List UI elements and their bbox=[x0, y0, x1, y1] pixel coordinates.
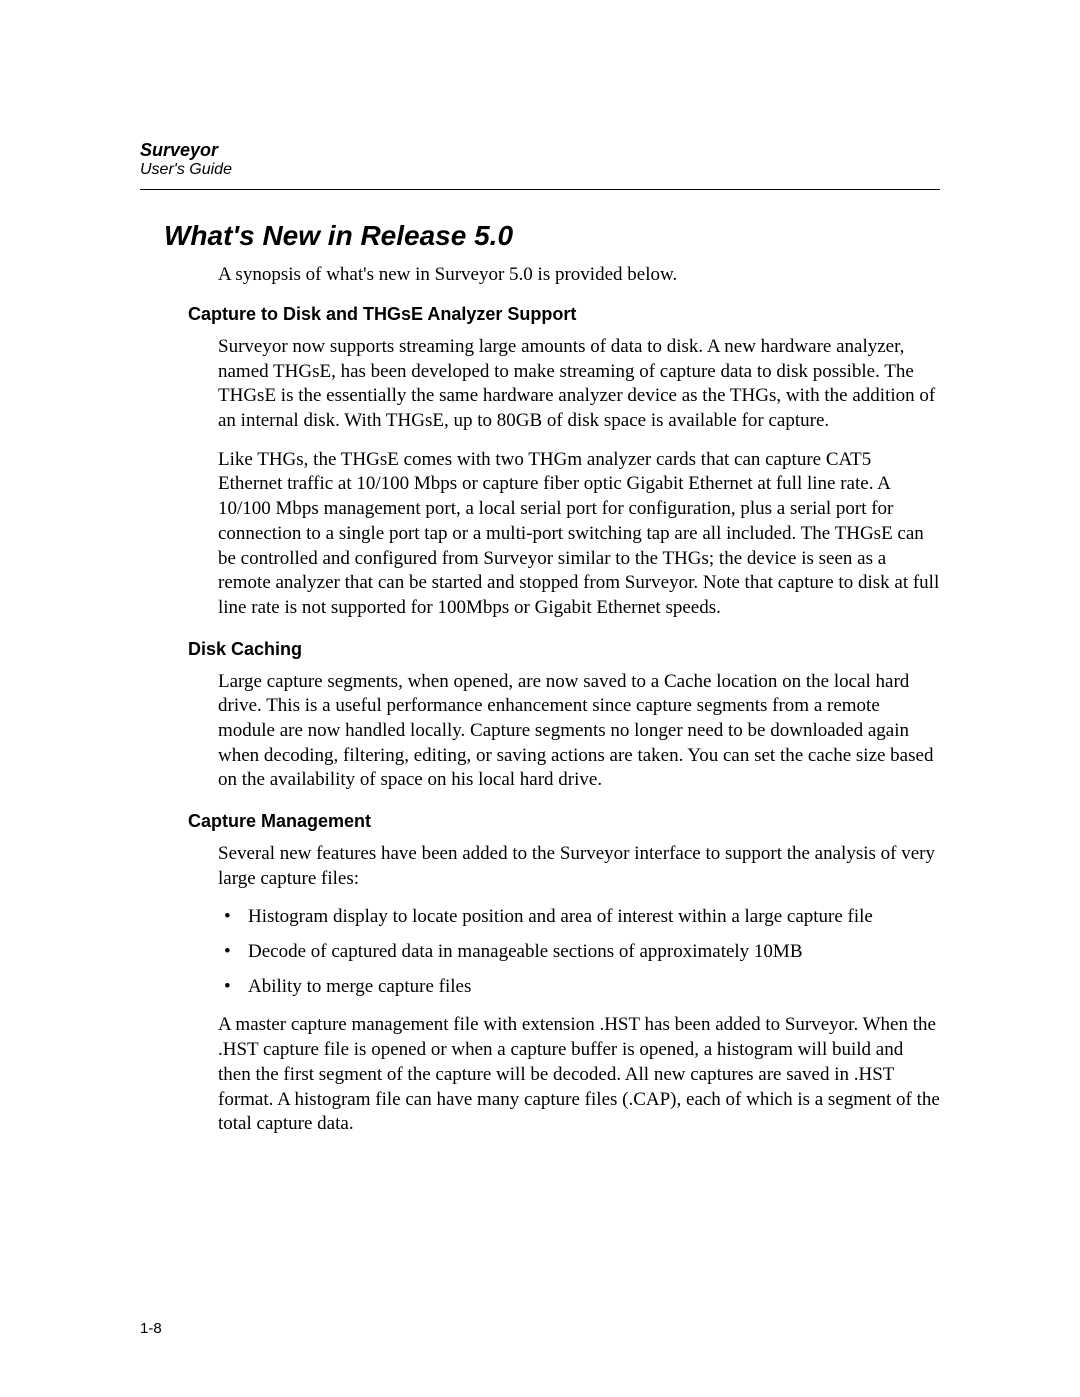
list-item: Histogram display to locate position and… bbox=[218, 905, 940, 930]
header-divider bbox=[140, 189, 940, 190]
header-title: Surveyor bbox=[140, 140, 940, 161]
section-heading-disk-caching: Disk Caching bbox=[188, 639, 940, 660]
section-heading-capture-management: Capture Management bbox=[188, 811, 940, 832]
page-number: 1-8 bbox=[140, 1320, 162, 1337]
body-paragraph: Like THGs, the THGsE comes with two THGm… bbox=[218, 448, 940, 621]
body-paragraph: Large capture segments, when opened, are… bbox=[218, 670, 940, 793]
bullet-list: Histogram display to locate position and… bbox=[218, 905, 940, 999]
body-paragraph: Several new features have been added to … bbox=[218, 842, 940, 891]
document-header: Surveyor User's Guide bbox=[140, 140, 940, 179]
header-subtitle: User's Guide bbox=[140, 161, 940, 179]
body-paragraph: A master capture management file with ex… bbox=[218, 1013, 940, 1136]
section-heading-capture-disk: Capture to Disk and THGsE Analyzer Suppo… bbox=[188, 304, 940, 325]
list-item: Ability to merge capture files bbox=[218, 975, 940, 1000]
body-paragraph: Surveyor now supports streaming large am… bbox=[218, 335, 940, 434]
intro-text: A synopsis of what's new in Surveyor 5.0… bbox=[218, 264, 940, 286]
main-heading: What's New in Release 5.0 bbox=[164, 220, 940, 252]
list-item: Decode of captured data in manageable se… bbox=[218, 940, 940, 965]
